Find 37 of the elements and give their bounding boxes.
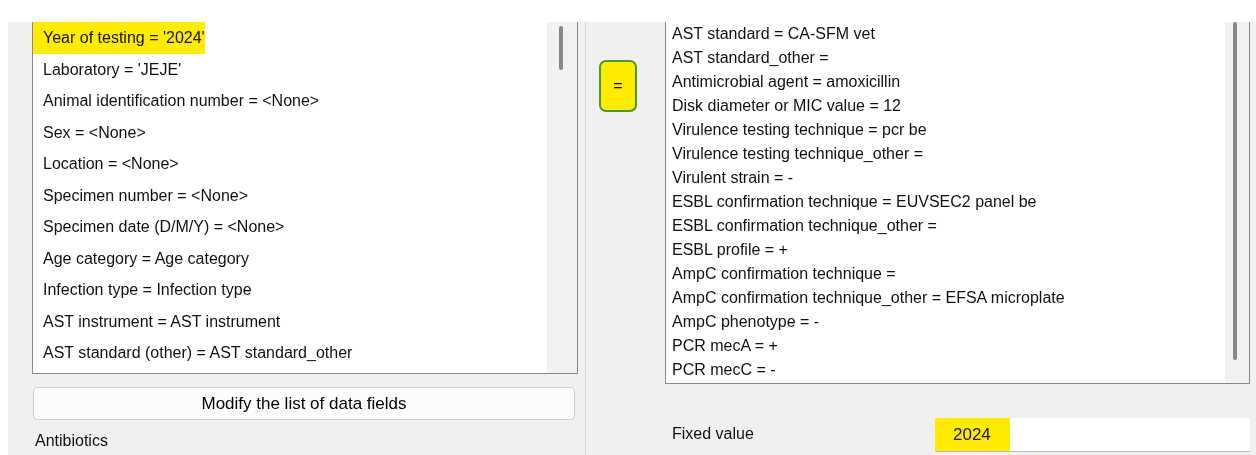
list-item[interactable]: Antimicrobial agent = amoxicillin [666, 70, 901, 94]
list-item[interactable]: AmpC confirmation technique = [666, 262, 896, 286]
fixed-value-field[interactable]: 2024 [935, 418, 1250, 452]
list-item[interactable]: AmpC confirmation technique_other = EFSA microplate [666, 286, 1065, 310]
list-item[interactable]: Specimen date (D/M/Y) = <None> [33, 211, 285, 243]
list-item[interactable]: AST standard (other) = AST standard_other [33, 337, 353, 369]
value-listbox[interactable] [665, 22, 1250, 384]
list-item[interactable]: Specimen number = <None> [33, 179, 248, 211]
list-item[interactable]: AST standard_other = [666, 46, 829, 70]
list-item[interactable]: Age category = Age category [33, 242, 249, 274]
equals-button[interactable]: = [599, 60, 637, 112]
scrollbar[interactable] [1225, 22, 1249, 383]
modify-fields-button[interactable]: Modify the list of data fields [33, 387, 575, 420]
list-item[interactable]: AST standard = CA-SFM vet [666, 22, 875, 46]
list-item[interactable]: Year of testing = '2024' [33, 22, 205, 54]
list-item[interactable]: Animal identification number = <None> [33, 85, 320, 117]
list-item[interactable]: PCR mecA = + [666, 334, 778, 358]
list-item[interactable]: Sex = <None> [33, 116, 146, 148]
list-item[interactable]: Laboratory = 'JEJE' [33, 53, 182, 85]
list-item[interactable]: ESBL confirmation technique = EUVSEC2 panel be [666, 190, 1037, 214]
list-item[interactable]: AST instrument = AST instrument [33, 305, 281, 337]
scrollbar-thumb[interactable] [1233, 22, 1237, 360]
scrollbar[interactable] [547, 22, 577, 373]
list-item[interactable]: Disk diameter or MIC value = 12 [666, 94, 901, 118]
list-item[interactable]: Virulent strain = - [666, 166, 794, 190]
field-label: Fixed value [672, 424, 754, 444]
list-item[interactable]: Virulence testing technique_other = [666, 142, 923, 166]
list-item[interactable]: AmpC phenotype = - [666, 310, 820, 334]
scrollbar-thumb[interactable] [559, 26, 563, 70]
list-item[interactable]: Location = <None> [33, 148, 179, 180]
section-label: Antibiotics [35, 431, 108, 451]
list-item[interactable]: PCR mecC = - [666, 358, 776, 382]
list-item[interactable]: ESBL profile = + [666, 238, 788, 262]
list-item[interactable]: ESBL confirmation technique_other = [666, 214, 937, 238]
list-item[interactable]: Infection type = Infection type [33, 274, 252, 306]
field-listbox[interactable] [32, 22, 578, 374]
list-item[interactable]: Virulence testing technique = pcr be [666, 118, 927, 142]
